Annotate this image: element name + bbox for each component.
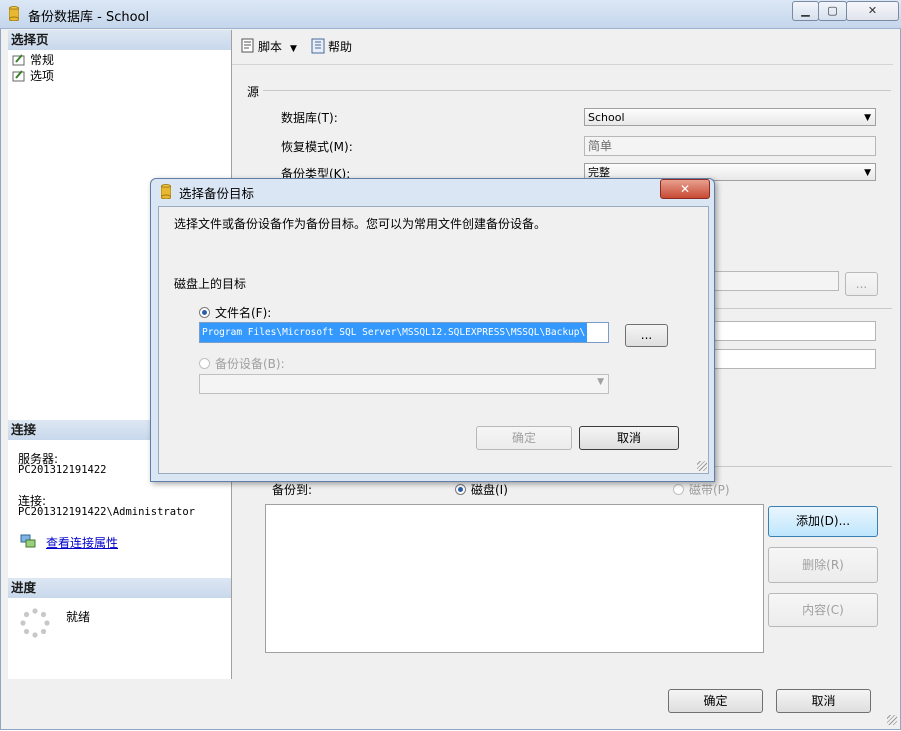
connection-properties-icon [20, 534, 36, 551]
dropdown-arrow-icon: ▼ [864, 168, 871, 178]
title-bar: 备份数据库 - School [0, 0, 901, 29]
view-connection-properties-link[interactable]: 查看连接属性 [46, 534, 118, 551]
progress-header: 进度 [8, 578, 231, 598]
connection-value: PC201312191422\Administrator [18, 506, 196, 518]
contents-button[interactable]: 内容(C) [768, 593, 878, 627]
disk-destination-label: 磁盘上的目标 [174, 277, 247, 291]
progress-spinner-icon [20, 608, 50, 641]
dialog-close-button[interactable]: ✕ [660, 179, 710, 199]
progress-status: 就绪 [66, 610, 91, 624]
backup-device-combobox[interactable]: ▼ [199, 374, 609, 394]
tape-radio-label: 磁带(P) [689, 483, 730, 497]
backup-name-input[interactable] [712, 321, 876, 341]
radio-icon [199, 307, 210, 318]
dialog-description: 选择文件或备份设备作为备份目标。您可以为常用文件创建备份设备。 [174, 217, 547, 231]
divider [263, 90, 891, 91]
dropdown-arrow-icon: ▼ [290, 44, 297, 54]
ok-button[interactable]: 确定 [668, 689, 763, 713]
disk-radio[interactable]: 磁盘(I) [455, 481, 508, 498]
maximize-button[interactable]: ▢ [818, 1, 847, 21]
filename-radio[interactable]: 文件名(F): [199, 304, 271, 321]
radio-icon [673, 484, 684, 495]
page-icon [12, 54, 26, 66]
resize-grip-icon[interactable] [697, 461, 707, 471]
database-combobox[interactable]: School ▼ [584, 108, 876, 126]
server-value: PC201312191422 [18, 464, 107, 476]
page-item-general[interactable]: 常规 [12, 52, 54, 68]
filename-value: Program Files\Microsoft SQL Server\MSSQL… [200, 323, 588, 342]
radio-icon [199, 358, 210, 369]
script-label: 脚本 [258, 40, 283, 54]
dialog-cancel-button[interactable]: 取消 [579, 426, 679, 450]
minimize-button[interactable]: ▁ [792, 1, 819, 21]
dropdown-arrow-icon: ▼ [597, 377, 604, 387]
backup-set-field [712, 271, 839, 291]
help-icon [310, 38, 326, 59]
database-label: 数据库(T): [281, 111, 338, 125]
filename-input[interactable]: Program Files\Microsoft SQL Server\MSSQL… [199, 322, 609, 343]
dialog-ok-button[interactable]: 确定 [476, 426, 572, 450]
recovery-model-field: 简单 [584, 136, 876, 156]
page-item-options[interactable]: 选项 [12, 68, 54, 84]
script-button[interactable]: 脚本 ▼ [240, 38, 297, 56]
close-button[interactable]: ✕ [846, 1, 899, 21]
filename-radio-label: 文件名(F): [215, 306, 272, 320]
page-item-label: 常规 [30, 53, 55, 67]
window-title: 备份数据库 - School [28, 10, 150, 25]
divider [712, 308, 892, 309]
backup-description-input[interactable] [712, 349, 876, 369]
database-icon [160, 184, 172, 202]
dropdown-arrow-icon: ▼ [864, 113, 871, 123]
source-section-label: 源 [247, 85, 260, 99]
remove-button[interactable]: 删除(R) [768, 547, 878, 583]
dialog-browse-button[interactable]: ... [625, 324, 668, 347]
database-value: School [588, 111, 625, 124]
disk-radio-label: 磁盘(I) [471, 483, 508, 497]
backup-device-radio-label: 备份设备(B): [215, 357, 285, 371]
script-icon [240, 38, 256, 59]
cancel-button[interactable]: 取消 [776, 689, 871, 713]
help-button[interactable]: 帮助 [310, 38, 352, 56]
database-icon [8, 6, 20, 22]
recovery-model-label: 恢复模式(M): [281, 140, 353, 154]
page-icon [12, 70, 26, 82]
add-button[interactable]: 添加(D)... [768, 506, 878, 537]
select-page-header: 选择页 [8, 30, 231, 50]
backup-to-label: 备份到: [272, 483, 313, 497]
radio-icon [455, 484, 466, 495]
resize-grip-icon[interactable] [887, 715, 897, 725]
destination-list[interactable] [265, 504, 764, 653]
browse-button[interactable]: ... [845, 272, 878, 296]
dialog-title: 选择备份目标 [179, 186, 255, 201]
divider [712, 466, 892, 467]
help-label: 帮助 [328, 40, 353, 54]
backup-device-radio[interactable]: 备份设备(B): [199, 355, 285, 372]
page-item-label: 选项 [30, 69, 55, 83]
tape-radio[interactable]: 磁带(P) [673, 481, 730, 498]
